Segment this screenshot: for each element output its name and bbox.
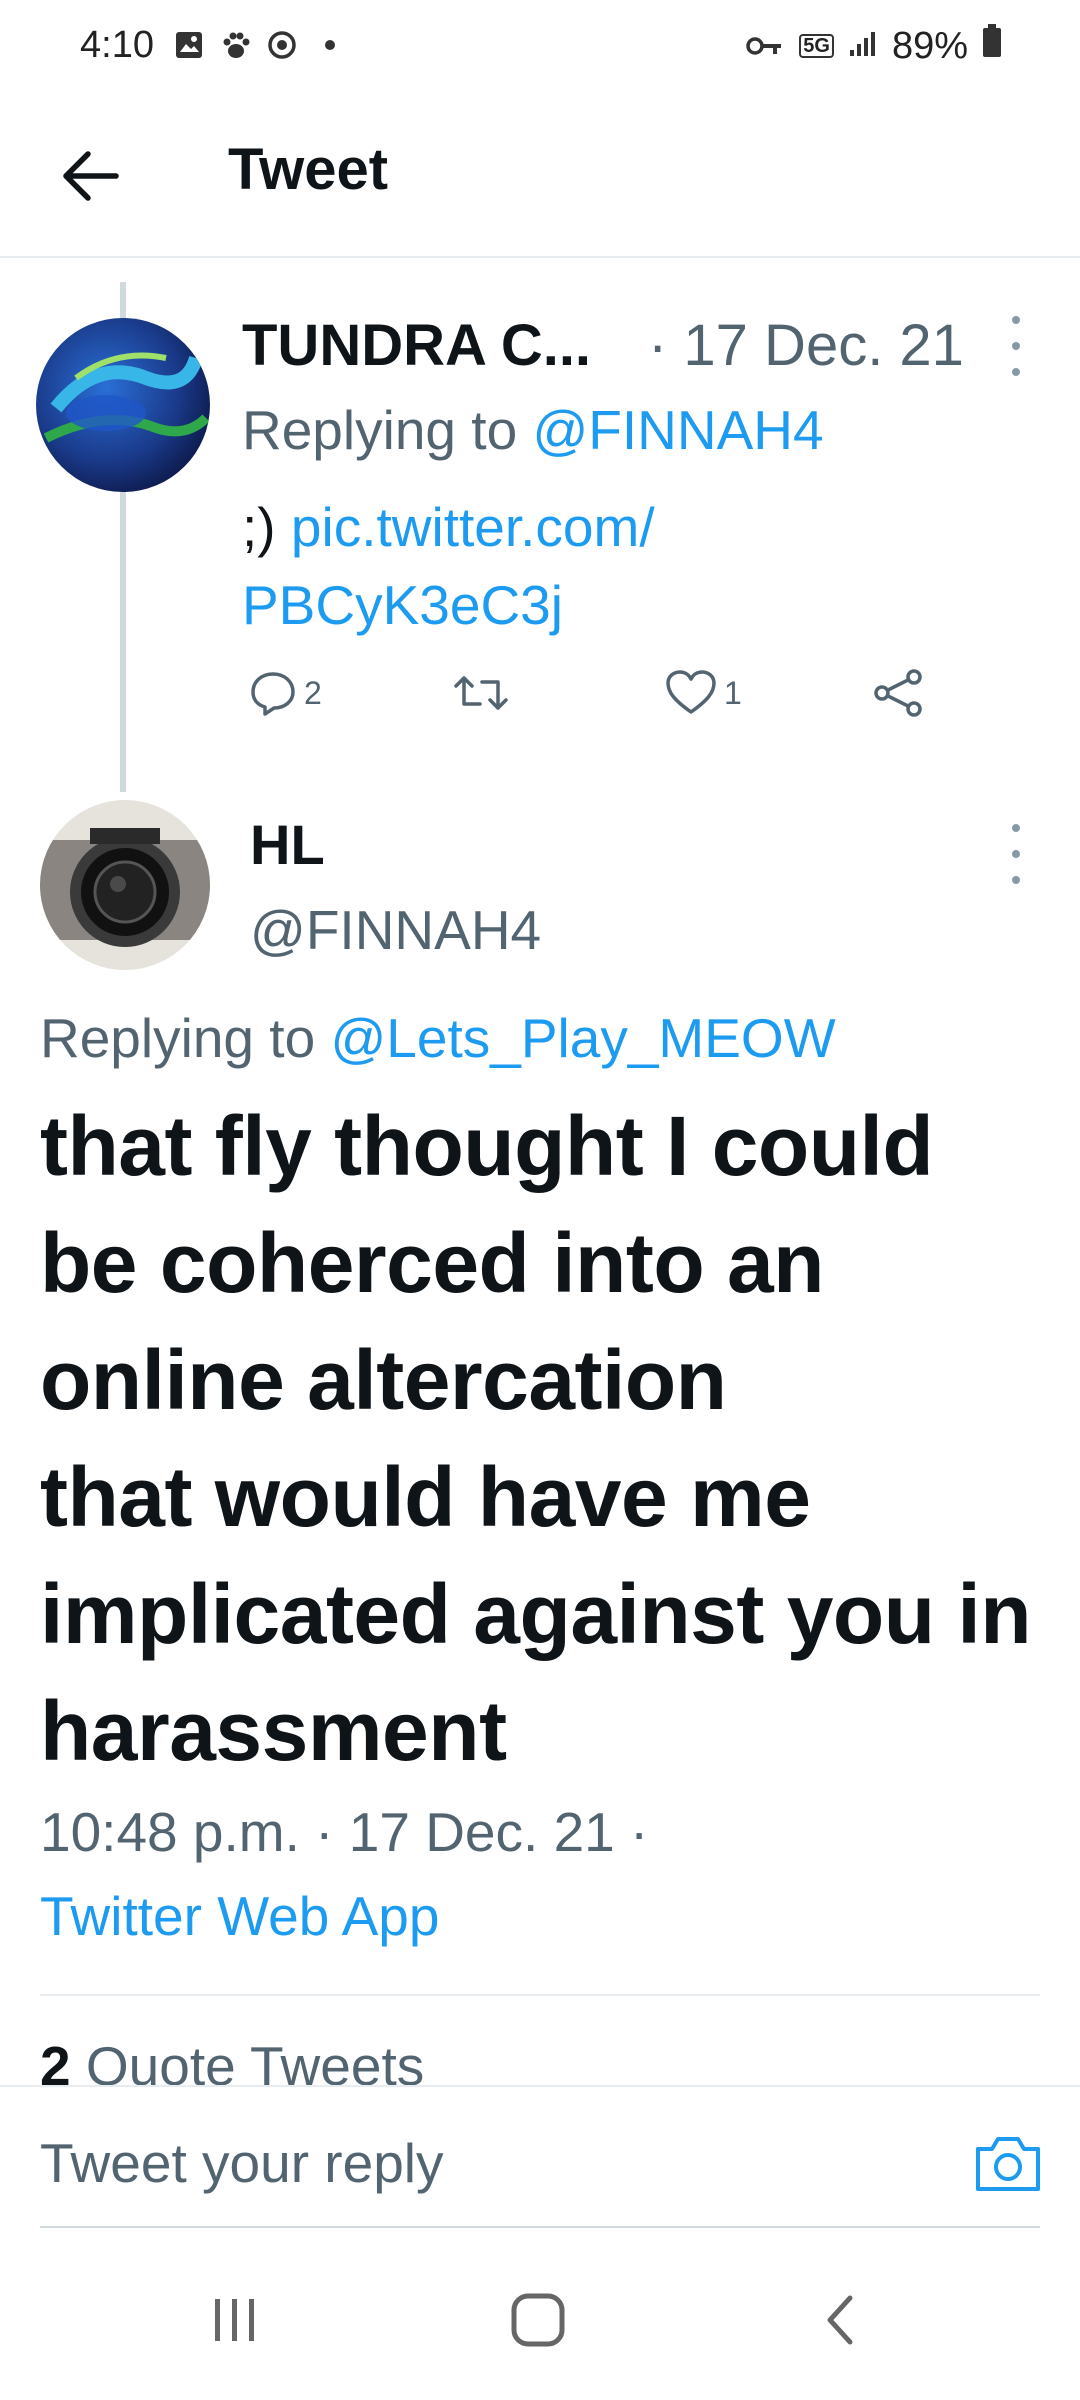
network-5g-icon: 5G (799, 34, 834, 58)
share-button[interactable] (872, 668, 926, 718)
tweet-source-link[interactable]: Twitter Web App (40, 1884, 439, 1948)
retweet-icon (454, 676, 508, 710)
media-link-part2[interactable]: PBCyK3eC3j (242, 574, 563, 636)
like-count: 1 (724, 674, 742, 711)
notification-dot-icon (320, 28, 340, 62)
reply-input[interactable]: Tweet your reply (40, 2131, 444, 2195)
tweet-body-line: implicated against you in (40, 1567, 1032, 1661)
camera-button[interactable] (972, 2133, 1044, 2195)
status-right: 5G 89% (745, 24, 1002, 68)
status-time: 4:10 (80, 24, 154, 66)
reply-icon (251, 672, 295, 716)
reply-underline (40, 2226, 1040, 2228)
status-bar: 4:10 5G 89% (0, 0, 1080, 100)
replying-to: Replying to @Lets_Play_MEOW (40, 1007, 836, 1069)
home-icon (511, 2293, 565, 2347)
chevron-left-icon (827, 2295, 853, 2345)
battery-icon (982, 24, 1002, 68)
page-title: Tweet (228, 137, 389, 202)
camera-icon (976, 2137, 1040, 2191)
tweet-timestamp: 10:48 p.m. · 17 Dec. 21 · (40, 1801, 649, 1863)
replying-to-handle[interactable]: @Lets_Play_MEOW (330, 1007, 835, 1069)
media-link[interactable]: pic.twitter.com/ (291, 496, 655, 558)
signal-icon (848, 25, 878, 68)
heart-icon (666, 670, 716, 714)
reply-button[interactable]: 2 (248, 668, 322, 718)
tweet-body-line: that would have me (40, 1450, 811, 1544)
avatar[interactable] (40, 800, 210, 970)
tweet-body-line: that fly thought I could (40, 1099, 934, 1193)
tweet-body: ;) pic.twitter.com/ PBCyK3eC3j (242, 496, 655, 636)
divider (40, 1994, 1040, 1996)
reply-bar: Tweet your reply (0, 2085, 1080, 2230)
more-dot-icon (1012, 824, 1020, 832)
more-options-button[interactable] (1006, 824, 1026, 884)
more-options-button[interactable] (1006, 316, 1026, 376)
back-button[interactable] (50, 136, 130, 216)
vpn-key-icon (745, 25, 785, 68)
tweet-body-line: online altercation (40, 1333, 727, 1427)
paw-icon (218, 28, 254, 62)
like-button[interactable]: 1 (664, 668, 742, 718)
share-icon (874, 669, 922, 717)
more-dot-icon (1012, 316, 1020, 324)
app-header: Tweet (0, 100, 1080, 258)
replying-to: Replying to @FINNAH4 (242, 399, 824, 461)
sync-icon (264, 28, 300, 62)
tweet-body-line: harassment (40, 1684, 507, 1778)
system-nav-bar (0, 2240, 1080, 2400)
author-name[interactable]: HL (250, 812, 325, 877)
system-back-button[interactable] (790, 2280, 890, 2360)
back-arrow-icon (63, 151, 119, 201)
battery-percent: 89% (891, 24, 968, 67)
author-name[interactable]: TUNDRA C... (242, 312, 591, 379)
tweet-body-line: be coherced into an (40, 1216, 825, 1310)
replying-to-handle[interactable]: @FINNAH4 (532, 399, 823, 461)
tweet-date: · 17 Dec. 21 (648, 313, 964, 378)
retweet-button[interactable] (452, 668, 510, 718)
avatar[interactable] (36, 318, 210, 492)
author-handle[interactable]: @FINNAH4 (250, 898, 541, 962)
reply-count: 2 (304, 674, 322, 711)
recent-apps-button[interactable] (185, 2280, 285, 2360)
tweet-body: that fly thought I could be coherced int… (40, 1088, 1050, 1790)
tweet-actions: 2 1 (242, 668, 942, 738)
gallery-icon (172, 28, 206, 62)
recents-icon (215, 2299, 254, 2341)
home-button[interactable] (488, 2280, 588, 2360)
